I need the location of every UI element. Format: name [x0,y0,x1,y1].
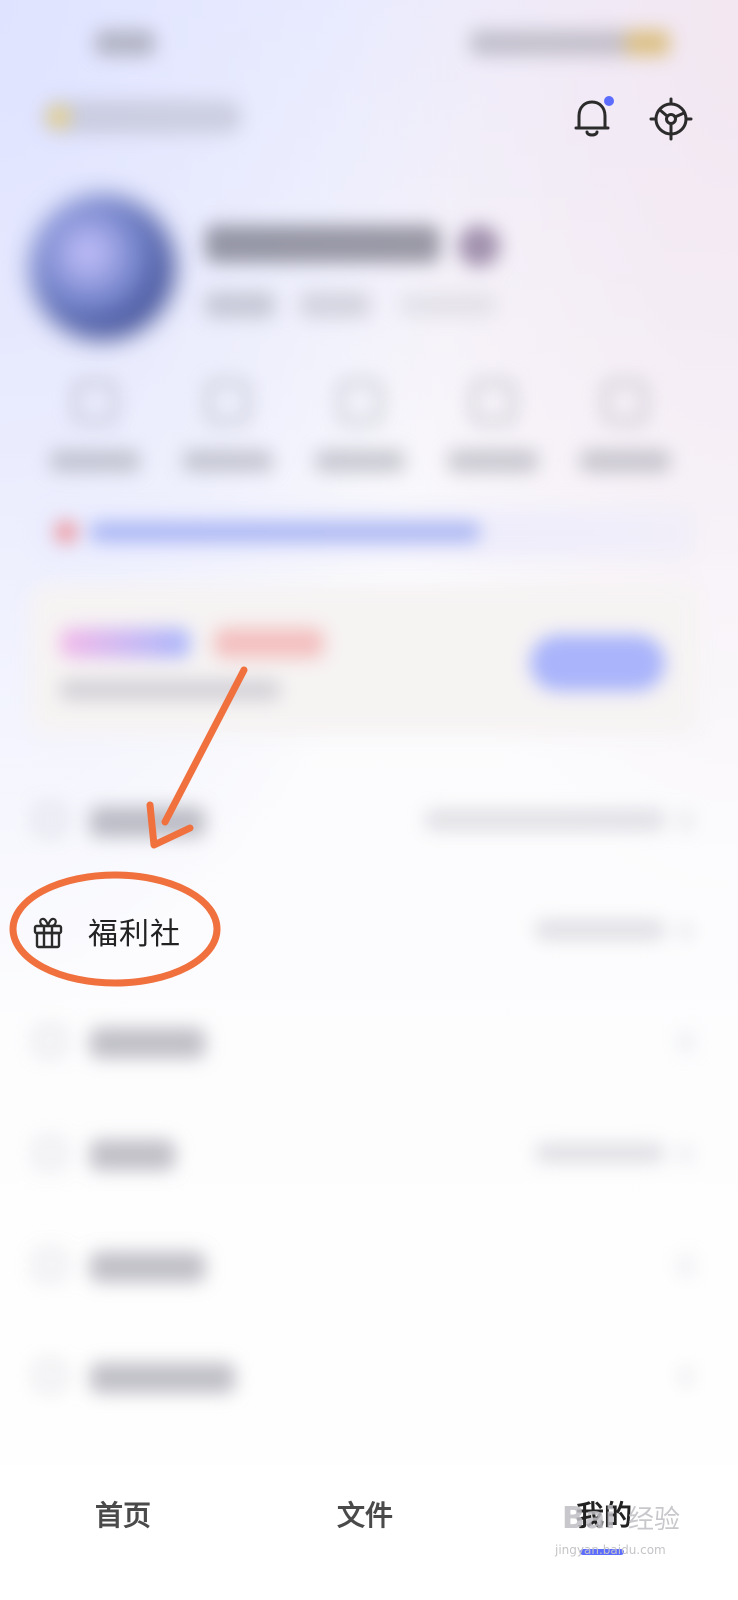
menu-item[interactable] [30,775,700,865]
shortcut-label [315,450,405,472]
chevron-right-icon [680,1033,692,1051]
promo-action-button[interactable] [530,635,665,691]
shortcut-label [183,450,273,472]
shortcut-icon [73,380,117,424]
gift-icon [33,917,63,949]
chevron-right-icon [680,1257,692,1275]
menu-item-icon [35,1138,65,1168]
menu-item-label [90,1363,235,1393]
user-tag [400,294,495,316]
menu-item-detail [535,920,665,940]
coin-icon [48,106,70,128]
gear-icon [649,97,693,141]
menu-item-detail [535,1143,665,1163]
promo-badge [60,628,190,658]
watermark-logo: Bai 经验 [562,1501,680,1536]
shortcut-icon [471,380,515,424]
shortcut-item[interactable] [438,380,548,480]
menu-item-icon [35,1250,65,1280]
menu-item-icon [35,1361,65,1391]
vip-badge-icon [458,225,500,267]
menu-item[interactable] [30,1108,700,1198]
checkin-chip-body [42,100,242,134]
svg-text:Bai: Bai [562,1501,615,1536]
avatar[interactable] [30,195,175,340]
shortcut-icon [603,380,647,424]
svg-text:经验: 经验 [628,1505,680,1535]
menu-item-label [90,807,205,837]
menu-item[interactable] [30,1220,700,1310]
tab-home[interactable]: 首页 [95,1494,151,1534]
watermark-url: jingyan.baidu.com [555,1543,666,1557]
menu-item-icon [35,805,65,835]
status-time [95,30,155,56]
menu-item[interactable] [30,1331,700,1421]
username [205,225,440,263]
menu-item-label [90,1028,205,1058]
unread-dot [604,96,614,106]
user-tag [205,292,275,318]
menu-item-label [90,1252,205,1282]
user-tag [300,292,370,318]
shortcut-label [580,450,670,472]
tab-files[interactable]: 文件 [337,1494,393,1534]
shortcut-label [50,450,140,472]
shortcut-item[interactable] [173,380,283,480]
menu-item[interactable] [30,996,700,1086]
notice-icon [55,521,77,543]
shortcut-item[interactable] [40,380,150,480]
battery-icon [625,30,670,56]
shortcut-icon [206,380,250,424]
notice-text [90,522,480,542]
chevron-right-icon [680,922,692,940]
status-bar [0,0,738,80]
chevron-right-icon [680,1145,692,1163]
shortcut-item[interactable] [570,380,680,480]
promo-description [60,680,280,700]
shortcut-label [448,450,538,472]
menu-item-icon [35,1026,65,1056]
shortcut-item[interactable] [305,380,415,480]
menu-item-label: 福利社 [88,917,181,952]
chevron-right-icon [680,812,692,830]
promo-badge [214,628,324,658]
menu-item-detail [425,810,665,830]
settings-button[interactable] [648,96,694,142]
menu-item-label [90,1140,175,1170]
chevron-right-icon [680,1368,692,1386]
menu-item-welfare[interactable]: 福利社 [20,885,230,980]
share-icon [338,380,382,424]
